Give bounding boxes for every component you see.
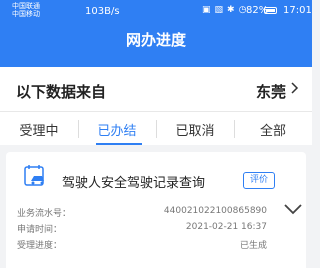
- tab-completed[interactable]: 已办结: [78, 120, 156, 139]
- rate-button[interactable]: 评价: [243, 172, 275, 189]
- page-title: 网办进度: [125, 31, 186, 49]
- active-tab-indicator: [96, 143, 142, 145]
- application-time-value: 2021-02-21 16:37: [185, 222, 267, 232]
- tab-all[interactable]: 全部: [234, 120, 312, 139]
- data-source-selector[interactable]: 以下数据来自 东莞: [0, 67, 312, 111]
- carrier-primary: 中国联通: [12, 2, 40, 10]
- app-header: 中国联通 中国移动 103B/s ▣ ▧ ✱ ◷ 82% 17:01 网办进度: [0, 0, 312, 67]
- hd-icon: ▣: [202, 5, 211, 15]
- city-selection[interactable]: 东莞: [256, 81, 286, 102]
- progress-value: 已生成: [239, 241, 267, 251]
- tab-cancelled[interactable]: 已取消: [156, 120, 234, 139]
- status-tabs: 受理中 已办结 已取消 全部: [0, 111, 312, 145]
- service-title: 驾驶人安全驾驶记录查询: [62, 176, 206, 191]
- calendar-car-icon: [24, 165, 44, 186]
- service-record-card[interactable]: 驾驶人安全驾驶记录查询 评价 业务流水号： 440021022100865890…: [6, 152, 306, 268]
- status-time: 17:01: [283, 5, 312, 16]
- progress-label: 受理进度：: [17, 241, 63, 251]
- status-icons: ▣ ▧ ✱ ◷: [202, 5, 246, 15]
- chevron-right-icon[interactable]: [291, 82, 299, 94]
- carrier-secondary: 中国移动: [12, 10, 40, 18]
- serial-number-label: 业务流水号：: [17, 209, 72, 219]
- bluetooth-icon: ✱: [227, 5, 235, 15]
- expand-chevron-icon[interactable]: [284, 203, 302, 215]
- serial-number-value: 440021022100865890: [163, 206, 267, 216]
- application-time-label: 申请时间：: [17, 225, 63, 235]
- carrier-text: 中国联通 中国移动: [12, 2, 40, 18]
- network-speed: 103B/s: [85, 6, 120, 17]
- tab-processing[interactable]: 受理中: [0, 120, 78, 139]
- data-source-label: 以下数据来自: [16, 83, 107, 101]
- battery-icon: [264, 7, 277, 14]
- status-bar: 中国联通 中国移动 103B/s ▣ ▧ ✱ ◷ 82% 17:01: [0, 0, 312, 22]
- nfc-icon: ▧: [214, 5, 224, 15]
